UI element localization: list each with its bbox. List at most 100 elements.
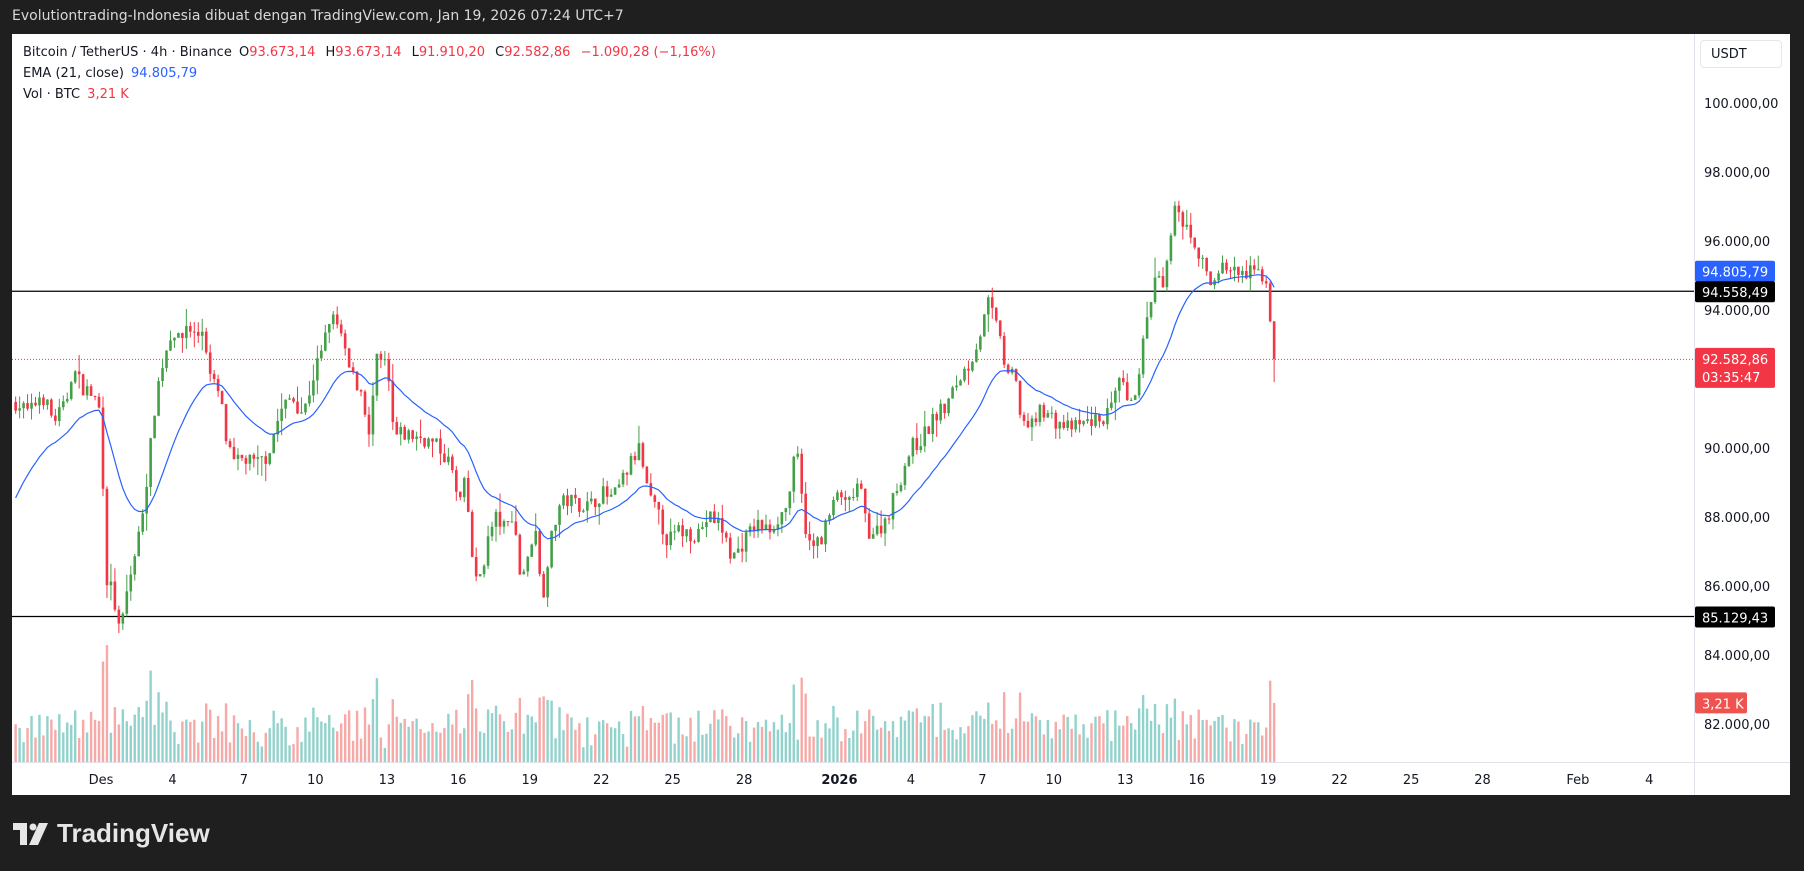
legend-volume[interactable]: Vol · BTC 3,21 K [23, 87, 132, 102]
candle-body[interactable] [236, 454, 240, 459]
candle-body[interactable] [919, 446, 923, 451]
candle-body[interactable] [316, 358, 319, 381]
candle-body[interactable] [343, 333, 347, 349]
candle-body[interactable] [1268, 283, 1272, 322]
candle-body[interactable] [578, 498, 581, 512]
candle-body[interactable] [911, 438, 915, 457]
candle-body[interactable] [554, 524, 557, 531]
candle-body[interactable] [986, 297, 990, 315]
candle-body[interactable] [494, 511, 498, 527]
candle-body[interactable] [252, 454, 256, 459]
candle-body[interactable] [97, 396, 101, 408]
candle-body[interactable] [812, 540, 815, 546]
candle-body[interactable] [923, 426, 927, 447]
candle-body[interactable] [641, 443, 645, 467]
candle-body[interactable] [744, 532, 748, 552]
candle-body[interactable] [1058, 422, 1062, 429]
candle-body[interactable] [935, 414, 938, 421]
candle-body[interactable] [1141, 338, 1145, 375]
candle-body[interactable] [669, 531, 672, 546]
candle-body[interactable] [73, 371, 77, 383]
candle-body[interactable] [149, 438, 152, 487]
candle-body[interactable] [621, 472, 625, 485]
candle-body[interactable] [693, 541, 696, 543]
candle-body[interactable] [915, 438, 919, 451]
candle-body[interactable] [141, 513, 144, 532]
candle-body[interactable] [816, 537, 819, 546]
candle-body[interactable] [133, 556, 137, 575]
candle-body[interactable] [105, 488, 109, 586]
candle-body[interactable] [228, 441, 232, 447]
candle-body[interactable] [1070, 420, 1073, 430]
candle-body[interactable] [1237, 266, 1240, 275]
candle-body[interactable] [312, 380, 315, 396]
candle-body[interactable] [1110, 402, 1113, 409]
candle-body[interactable] [550, 530, 553, 568]
candle-body[interactable] [665, 534, 669, 546]
candle-body[interactable] [1221, 262, 1224, 274]
candle-body[interactable] [994, 307, 998, 321]
candle-body[interactable] [224, 404, 228, 442]
candle-body[interactable] [562, 495, 565, 506]
candle-body[interactable] [840, 492, 843, 498]
candle-body[interactable] [61, 401, 65, 408]
candle-body[interactable] [1098, 414, 1101, 422]
candle-body[interactable] [673, 531, 676, 533]
candle-body[interactable] [899, 485, 903, 492]
candle-body[interactable] [685, 529, 688, 537]
candle-body[interactable] [768, 524, 772, 533]
candle-body[interactable] [1129, 399, 1133, 401]
candle-body[interactable] [1256, 269, 1260, 271]
candle-body[interactable] [597, 503, 601, 507]
candle-body[interactable] [1046, 413, 1050, 418]
candle-body[interactable] [38, 397, 41, 406]
candle-body[interactable] [979, 336, 982, 350]
candle-body[interactable] [470, 511, 474, 557]
candle-body[interactable] [998, 320, 1002, 337]
candle-body[interactable] [609, 494, 613, 497]
candle-body[interactable] [1018, 380, 1022, 415]
candle-body[interactable] [1086, 419, 1089, 422]
candle-body[interactable] [983, 314, 986, 337]
candle-body[interactable] [46, 399, 49, 406]
candle-body[interactable] [192, 331, 196, 333]
candle-body[interactable] [1118, 378, 1121, 391]
candle-body[interactable] [486, 536, 490, 566]
candle-body[interactable] [268, 453, 272, 464]
candle-body[interactable] [574, 494, 577, 499]
candle-body[interactable] [431, 438, 434, 442]
candle-body[interactable] [113, 581, 117, 610]
candle-body[interactable] [58, 407, 61, 421]
candle-body[interactable] [1094, 414, 1097, 427]
candle-body[interactable] [963, 368, 966, 381]
candle-body[interactable] [808, 534, 811, 541]
volume-badge[interactable]: 3,21 K [1695, 692, 1747, 714]
candle-body[interactable] [1090, 419, 1093, 427]
candle-body[interactable] [875, 525, 879, 535]
candle-body[interactable] [415, 436, 418, 440]
candle-body[interactable] [121, 613, 125, 624]
candle-body[interactable] [871, 534, 875, 539]
candle-body[interactable] [852, 496, 855, 498]
candle-body[interactable] [538, 531, 541, 574]
candle-body[interactable] [399, 426, 403, 435]
candle-body[interactable] [1066, 420, 1069, 428]
candle-body[interactable] [1165, 260, 1169, 288]
candle-body[interactable] [732, 552, 736, 559]
candle-body[interactable] [967, 368, 970, 371]
candle-body[interactable] [18, 408, 21, 411]
candle-body[interactable] [1252, 265, 1256, 270]
candle-body[interactable] [359, 390, 363, 392]
candle-body[interactable] [1102, 421, 1105, 425]
candle-body[interactable] [907, 456, 911, 466]
candle-body[interactable] [284, 399, 287, 409]
candle-body[interactable] [498, 511, 502, 527]
candle-body[interactable] [189, 326, 192, 332]
candle-body[interactable] [947, 398, 950, 414]
candle-body[interactable] [697, 528, 700, 542]
candle-body[interactable] [77, 371, 81, 375]
candle-body[interactable] [522, 571, 526, 575]
candle-body[interactable] [586, 501, 589, 511]
candle-body[interactable] [1197, 247, 1201, 259]
candle-body[interactable] [582, 510, 585, 512]
